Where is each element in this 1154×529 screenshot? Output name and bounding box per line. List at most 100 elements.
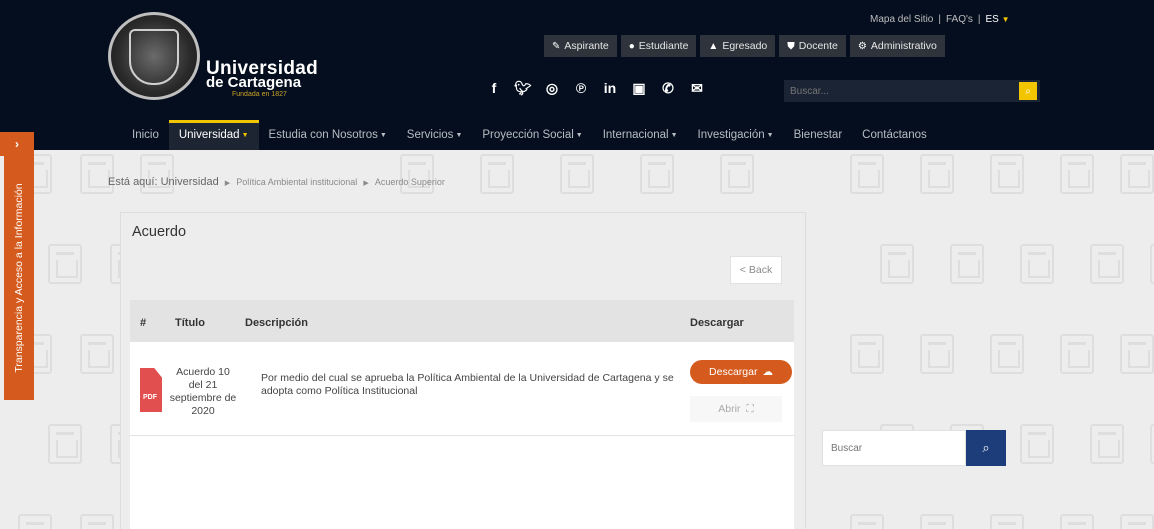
pdf-file-icon: PDF (140, 368, 162, 412)
watermark-tile (18, 514, 52, 529)
twitter-icon[interactable]: 🐦︎ (513, 78, 533, 98)
watermark-tile (990, 334, 1024, 374)
watermark-tile (1150, 244, 1154, 284)
watermark-tile (80, 514, 114, 529)
caret-down-icon: ▼ (766, 131, 774, 139)
language-selector[interactable]: ES ▼ (986, 14, 1010, 25)
brand-founded: Fundada en 1827 (232, 91, 287, 98)
search-icon[interactable]: ⌕ (1019, 82, 1037, 100)
sitemap-link[interactable]: Mapa del Sitio (870, 14, 933, 25)
brand-name-line2[interactable]: de Cartagena (206, 74, 301, 91)
document-description: Por medio del cual se aprueba la Polític… (261, 372, 674, 397)
watermark-tile (80, 154, 114, 194)
download-button[interactable]: Descargar ☁ (690, 360, 792, 384)
expand-icon: ⛶ (746, 402, 754, 415)
instagram-icon[interactable]: ◎ (542, 78, 562, 98)
role-button-egresado[interactable]: ▲ Egresado (700, 35, 776, 57)
role-buttons: ✎ Aspirante ● Estudiante ▲ Egresado ⛊ Docent… (544, 35, 945, 57)
page-title: Acuerdo (132, 224, 187, 240)
watermark-tile (80, 334, 114, 374)
cloud-upload-icon: ☁ (762, 366, 773, 378)
watermark-tile (920, 154, 954, 194)
sidebar-search-input[interactable] (823, 431, 961, 465)
nav-item-universidad[interactable]: Universidad ▼ (168, 120, 259, 150)
youtube-icon[interactable]: ▣ (629, 78, 649, 98)
nav-item-contactanos[interactable]: Contáctanos (852, 120, 937, 150)
watermark-tile (1120, 154, 1154, 194)
facebook-icon[interactable]: f (484, 78, 504, 98)
transparency-tab[interactable]: Transparencia y Acceso a la Información (4, 156, 34, 400)
user-icon: ● (628, 40, 635, 52)
whatsapp-icon[interactable]: ✆ (658, 78, 678, 98)
column-header-number: # (140, 317, 147, 329)
caret-down-icon: ▼ (575, 131, 583, 139)
email-icon[interactable]: ✉ (687, 78, 707, 98)
main-nav: Inicio Universidad ▼ Estudia con Nosotros… (0, 120, 1154, 150)
back-button[interactable]: < Back (730, 256, 782, 284)
breadcrumb-item-universidad[interactable]: Universidad (161, 176, 219, 188)
watermark-tile (1150, 424, 1154, 464)
watermark-tile (640, 154, 674, 194)
breadcrumb-item-acuerdo: Acuerdo Superior (374, 177, 445, 187)
watermark-tile (850, 334, 884, 374)
column-header-download: Descargar (690, 317, 744, 329)
watermark-tile (1120, 334, 1154, 374)
watermark-tile (48, 424, 82, 464)
caret-down-icon: ▼ (455, 131, 463, 139)
watermark-tile (950, 244, 984, 284)
site-header: Universidad de Cartagena Fundada en 1827… (0, 0, 1154, 120)
role-button-administrativo[interactable]: ⚙ Administrativo (849, 35, 945, 57)
watermark-tile (400, 154, 434, 194)
watermark-tile (1060, 334, 1094, 374)
breadcrumb-prefix: Está aquí: (108, 176, 158, 188)
linkedin-icon[interactable]: in (600, 78, 620, 98)
role-button-aspirante[interactable]: ✎ Aspirante (544, 35, 617, 57)
column-header-description: Descripción (245, 317, 308, 329)
nav-item-proyeccion[interactable]: Proyección Social ▼ (472, 120, 592, 150)
header-search-input[interactable] (784, 80, 994, 102)
nav-item-investigacion[interactable]: Investigación ▼ (688, 120, 784, 150)
pinterest-icon[interactable]: ℗ (571, 78, 591, 98)
watermark-tile (990, 514, 1024, 529)
breadcrumb-item-politica[interactable]: Política Ambiental institucional (236, 177, 357, 187)
faq-link[interactable]: FAQ's (946, 14, 973, 25)
watermark-tile (920, 334, 954, 374)
shield-icon: ⛊ (787, 40, 795, 52)
caret-down-icon: ▼ (670, 131, 678, 139)
role-button-docente[interactable]: ⛊ Docente (779, 35, 846, 57)
watermark-tile (850, 154, 884, 194)
watermark-tile (1060, 514, 1094, 529)
university-seal-logo[interactable] (108, 12, 200, 100)
watermark-tile (48, 244, 82, 284)
watermark-tile (480, 154, 514, 194)
watermark-tile (140, 154, 174, 194)
watermark-tile (920, 514, 954, 529)
caret-down-icon: ▼ (241, 131, 249, 139)
nav-item-servicios[interactable]: Servicios ▼ (397, 120, 473, 150)
graduation-cap-icon: ▲ (708, 40, 719, 52)
watermark-tile (880, 244, 914, 284)
caret-down-icon: ▼ (1001, 15, 1010, 24)
transparency-toggle-arrow[interactable]: › (0, 132, 34, 156)
watermark-tile (990, 154, 1024, 194)
watermark-tile (1060, 154, 1094, 194)
nav-item-inicio[interactable]: Inicio (122, 120, 169, 150)
open-button[interactable]: Abrir ⛶ (690, 396, 782, 422)
sidebar-search (822, 430, 966, 466)
search-icon[interactable]: ⌕ (966, 430, 1006, 466)
nav-item-estudia[interactable]: Estudia con Nosotros ▼ (259, 120, 397, 150)
role-button-estudiante[interactable]: ● Estudiante (620, 35, 697, 57)
caret-down-icon: ▼ (379, 131, 387, 139)
chevron-right-icon: ▶ (224, 180, 231, 187)
breadcrumb: Está aquí: Universidad ▶ Política Ambien… (108, 176, 445, 188)
chevron-right-icon: ▶ (363, 180, 369, 187)
watermark-tile (1020, 424, 1054, 464)
nav-item-internacional[interactable]: Internacional ▼ (593, 120, 688, 150)
watermark-tile (1020, 244, 1054, 284)
watermark-tile (850, 514, 884, 529)
header-search: ⌕ (784, 80, 1040, 102)
nav-item-bienestar[interactable]: Bienestar (784, 120, 853, 150)
column-header-title: Título (175, 317, 205, 329)
watermark-tile (1090, 424, 1124, 464)
social-links: f 🐦︎ ◎ ℗ in ▣ ✆ ✉ (484, 78, 707, 98)
